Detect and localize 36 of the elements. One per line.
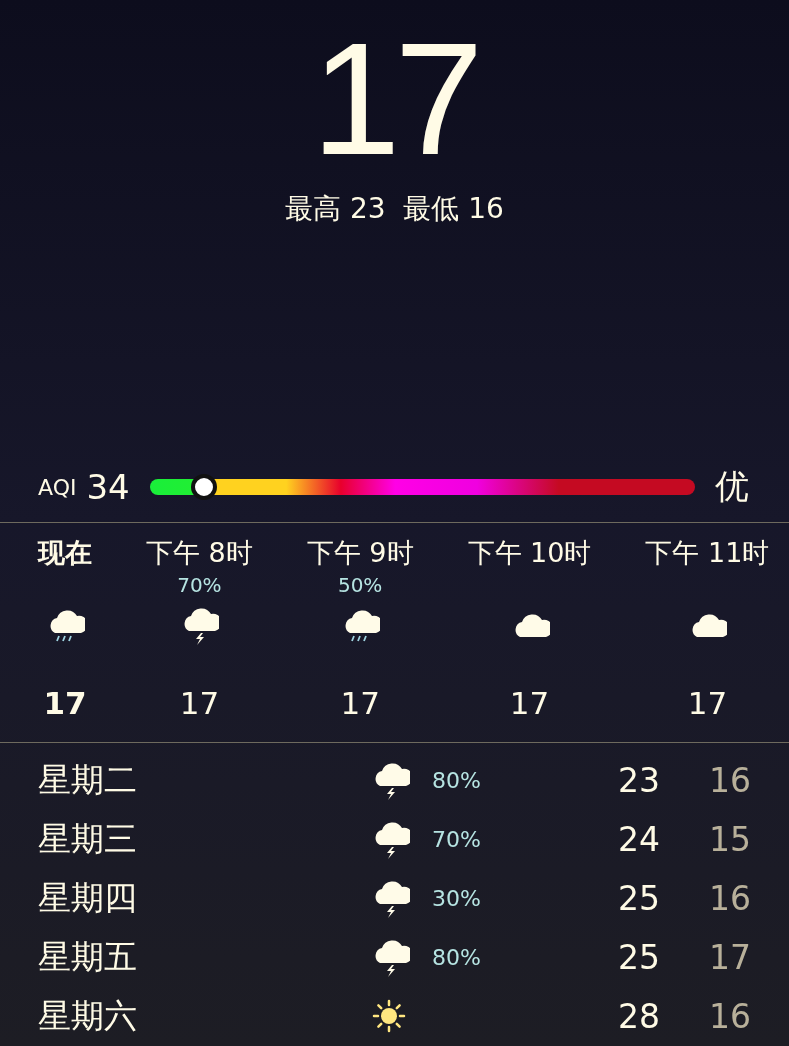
- precipitation-chance: 70%: [177, 571, 222, 599]
- weekday-label: 星期六: [38, 995, 137, 1037]
- aqi-label: AQI: [38, 474, 77, 500]
- weekday-label: 星期四: [38, 877, 137, 919]
- precipitation-chance: 80%: [431, 768, 482, 793]
- weekday-label: 星期二: [38, 759, 137, 801]
- hour-label: 现在: [38, 535, 92, 570]
- high-temperature: 24: [618, 820, 660, 859]
- high-temperature: 25: [618, 938, 660, 977]
- hour-temperature: 17: [43, 684, 87, 721]
- aqi-value: 34: [86, 467, 130, 508]
- low-temperature: 16: [709, 879, 751, 918]
- high-temperature: 28: [618, 997, 660, 1036]
- aqi-rating: 优: [715, 465, 749, 509]
- precipitation-chance: 80%: [431, 945, 482, 970]
- weekday-label: 星期五: [38, 936, 137, 978]
- hour-label: 下午 10时: [467, 535, 592, 570]
- low-temperature: 17: [709, 938, 751, 977]
- hour-label: 下午 9时: [306, 535, 414, 570]
- low-temperature: 15: [709, 820, 751, 859]
- weekday-label: 星期三: [38, 818, 137, 860]
- low-temperature: 16: [709, 761, 751, 800]
- hour-temperature: 17: [687, 684, 728, 721]
- current-temperature: 17: [311, 14, 478, 184]
- hour-temperature: 17: [509, 684, 550, 721]
- low-temperature: 16: [709, 997, 751, 1036]
- high-low-temperature: 最高 23 最低 16: [285, 191, 504, 227]
- hour-temperature: 17: [179, 684, 220, 721]
- precipitation-chance: 70%: [431, 827, 482, 852]
- hour-label: 下午 11时: [645, 535, 770, 570]
- hour-label: 下午 8时: [146, 535, 253, 570]
- hour-temperature: 17: [340, 684, 380, 721]
- high-temperature: 23: [618, 761, 660, 800]
- precipitation-chance: 50%: [337, 571, 383, 599]
- precipitation-chance: 30%: [431, 886, 482, 911]
- high-temperature: 25: [618, 879, 660, 918]
